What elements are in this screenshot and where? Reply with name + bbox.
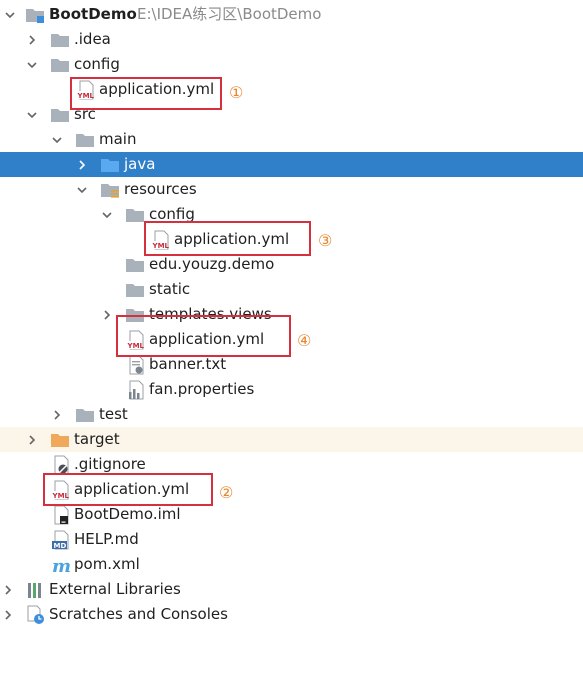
source-folder-icon	[101, 159, 119, 172]
chevron-down-icon[interactable]	[74, 177, 90, 202]
chevron-right-icon[interactable]	[0, 577, 16, 602]
chevron-right-icon[interactable]	[99, 302, 115, 327]
libraries-icon	[28, 583, 41, 598]
tree-label: test	[99, 405, 128, 423]
annotation-3: ③	[318, 231, 333, 250]
tree-label: External Libraries	[49, 580, 181, 598]
folder-icon	[51, 109, 69, 122]
tree-row-main[interactable]: main	[0, 127, 583, 152]
tree-row-java[interactable]: java	[0, 152, 583, 177]
highlight-box-1	[70, 77, 222, 110]
annotation-1: ①	[229, 83, 244, 102]
resources-folder-icon	[101, 184, 119, 198]
tree-label: main	[99, 130, 137, 148]
tree-row-idea[interactable]: .idea	[0, 27, 583, 52]
svg-text:m: m	[52, 556, 71, 575]
svg-text:MD: MD	[54, 542, 67, 550]
chevron-down-icon[interactable]	[24, 52, 40, 77]
tree-row-root[interactable]: BootDemo E:\IDEA练习区\BootDemo	[0, 2, 583, 27]
tree-label: config	[74, 55, 120, 73]
text-file-icon	[129, 355, 144, 375]
project-path: E:\IDEA练习区\BootDemo	[137, 5, 322, 23]
annotation-2: ②	[219, 483, 234, 502]
tree-label: Scratches and Consoles	[49, 605, 228, 623]
tree-row-templates-views[interactable]: templates.views	[0, 302, 583, 327]
folder-icon	[76, 409, 94, 422]
folder-icon	[51, 59, 69, 72]
highlight-box-2	[43, 473, 213, 506]
tree-row-static[interactable]: static	[0, 277, 583, 302]
folder-icon	[126, 284, 144, 297]
folder-icon	[51, 34, 69, 47]
tree-label: java	[124, 155, 156, 173]
project-name: BootDemo	[49, 5, 137, 23]
tree-label: target	[74, 430, 120, 448]
chevron-right-icon[interactable]	[74, 152, 90, 177]
chevron-right-icon[interactable]	[24, 427, 40, 452]
tree-label: HELP.md	[74, 530, 139, 548]
tree-label: .idea	[74, 30, 111, 48]
tree-row-test[interactable]: test	[0, 402, 583, 427]
tree-row-resources[interactable]: resources	[0, 177, 583, 202]
folder-icon	[126, 209, 144, 222]
tree-row-fan-properties[interactable]: fan.properties	[0, 377, 583, 402]
properties-file-icon	[129, 380, 144, 400]
tree-row-scratches-consoles[interactable]: Scratches and Consoles	[0, 602, 583, 627]
chevron-down-icon[interactable]	[2, 2, 18, 27]
chevron-down-icon[interactable]	[24, 102, 40, 127]
tree-row-target[interactable]: target	[0, 427, 583, 452]
chevron-right-icon[interactable]	[0, 602, 16, 627]
folder-icon	[126, 259, 144, 272]
markdown-file-icon: MD	[52, 530, 69, 550]
tree-label: pom.xml	[74, 555, 140, 573]
chevron-right-icon[interactable]	[49, 402, 65, 427]
chevron-right-icon[interactable]	[24, 27, 40, 52]
excluded-folder-icon	[51, 434, 69, 447]
iml-file-icon	[54, 505, 69, 525]
folder-icon	[76, 134, 94, 147]
tree-row-external-libraries[interactable]: External Libraries	[0, 577, 583, 602]
maven-icon: m	[52, 556, 71, 575]
tree-row-pom-xml[interactable]: m pom.xml	[0, 552, 583, 577]
tree-label: fan.properties	[149, 380, 255, 398]
tree-row-application-yml[interactable]: YML application.yml	[0, 327, 583, 352]
chevron-down-icon[interactable]	[49, 127, 65, 152]
scratches-icon	[27, 605, 44, 624]
module-folder-icon	[26, 9, 44, 23]
tree-row-banner-txt[interactable]: banner.txt	[0, 352, 583, 377]
tree-label: resources	[124, 180, 197, 198]
highlight-box-3	[144, 221, 311, 256]
tree-label: static	[149, 280, 191, 298]
chevron-down-icon[interactable]	[99, 202, 115, 227]
tree-row-help-md[interactable]: MD HELP.md	[0, 527, 583, 552]
tree-row-config[interactable]: config	[0, 52, 583, 77]
highlight-box-4	[116, 315, 291, 357]
gitignore-file-icon	[54, 455, 69, 475]
annotation-4: ④	[297, 331, 312, 350]
